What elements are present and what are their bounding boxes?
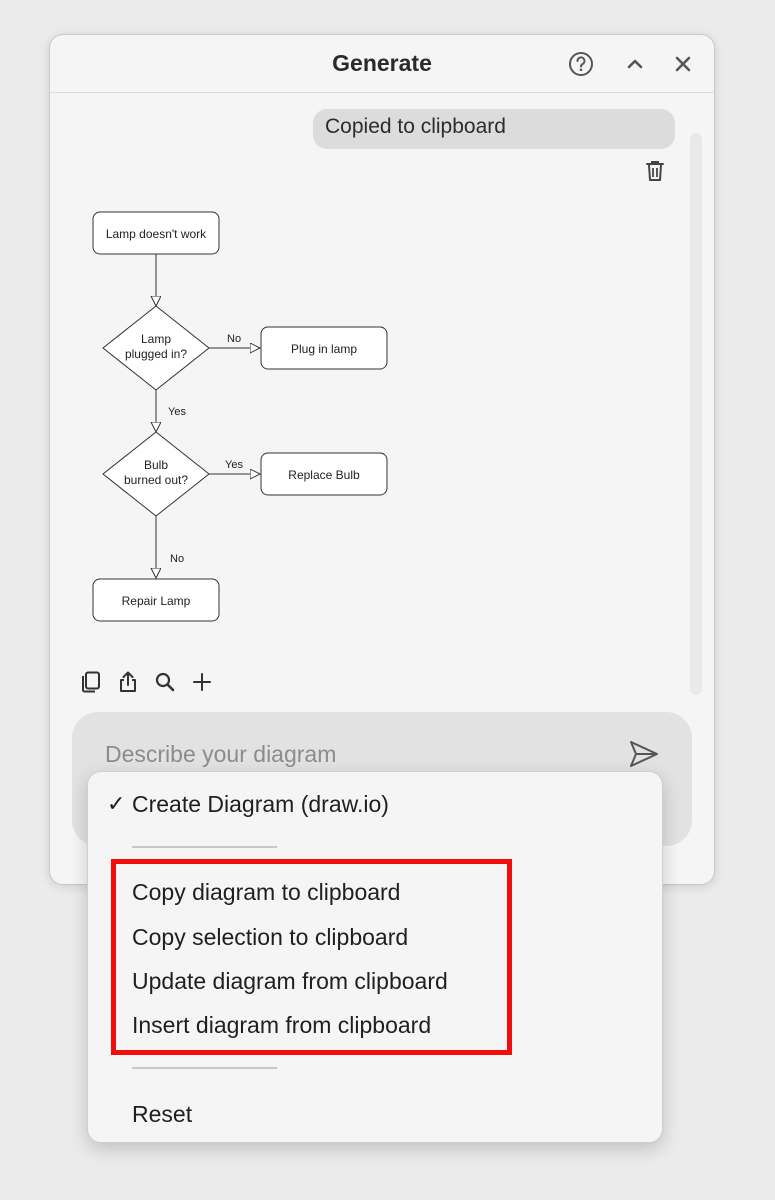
menu-item-insert-diagram[interactable]: Insert diagram from clipboard <box>132 1012 431 1039</box>
checkmark-icon: ✓ <box>107 791 126 816</box>
node-decision1-label-line1: Lamp <box>141 332 171 346</box>
node-action1-label: Plug in lamp <box>291 342 357 356</box>
menu-separator <box>132 846 277 848</box>
close-button[interactable] <box>668 49 698 79</box>
share-icon <box>120 671 136 692</box>
close-icon <box>675 56 691 72</box>
generate-panel: Generate Copied to clipboard Lamp doesn'… <box>49 34 715 885</box>
search-icon <box>155 672 175 692</box>
help-circle-icon <box>569 52 593 76</box>
chevron-up-icon <box>627 59 643 69</box>
send-icon <box>630 741 658 767</box>
flowchart-diagram[interactable]: Lamp doesn't work Lamp plugged in? Plug … <box>85 203 405 633</box>
node-start-label: Lamp doesn't work <box>106 227 207 241</box>
panel-titlebar: Generate <box>50 35 714 93</box>
edge-label-d2-yes: Yes <box>225 459 243 471</box>
edge-label-d1-yes: Yes <box>168 406 186 418</box>
options-menu: ✓ Create Diagram (draw.io) Copy diagram … <box>87 771 663 1143</box>
send-button[interactable] <box>627 737 661 771</box>
plus-icon <box>193 673 211 691</box>
edge-label-d1-no: No <box>227 333 241 345</box>
node-action2-label: Replace Bulb <box>288 468 360 482</box>
add-button[interactable] <box>187 667 217 697</box>
help-button[interactable] <box>566 49 596 79</box>
prompt-input[interactable] <box>105 736 605 772</box>
node-decision2-label-line1: Bulb <box>144 458 168 472</box>
copy-icon <box>82 671 100 693</box>
menu-item-copy-diagram[interactable]: Copy diagram to clipboard <box>132 879 400 906</box>
panel-title: Generate <box>332 50 432 76</box>
edge-label-d2-no: No <box>170 553 184 565</box>
menu-separator <box>132 1067 277 1069</box>
chat-scrollbar[interactable] <box>690 133 702 695</box>
trash-icon <box>646 161 664 181</box>
search-button[interactable] <box>150 667 180 697</box>
chat-message-text: Copied to clipboard <box>325 115 506 138</box>
menu-item-update-diagram[interactable]: Update diagram from clipboard <box>132 968 448 995</box>
menu-item-copy-selection[interactable]: Copy selection to clipboard <box>132 924 408 951</box>
delete-message-button[interactable] <box>641 157 669 185</box>
collapse-button[interactable] <box>620 49 650 79</box>
node-decision1-label-line2: plugged in? <box>125 347 187 361</box>
chat-message-bubble: Copied to clipboard <box>313 109 675 149</box>
share-button[interactable] <box>113 667 143 697</box>
menu-item-reset[interactable]: Reset <box>132 1101 192 1128</box>
copy-button[interactable] <box>76 667 106 697</box>
node-end-label: Repair Lamp <box>122 594 191 608</box>
node-decision2-label-line2: burned out? <box>124 473 188 487</box>
menu-item-create-diagram[interactable]: Create Diagram (draw.io) <box>132 791 389 818</box>
